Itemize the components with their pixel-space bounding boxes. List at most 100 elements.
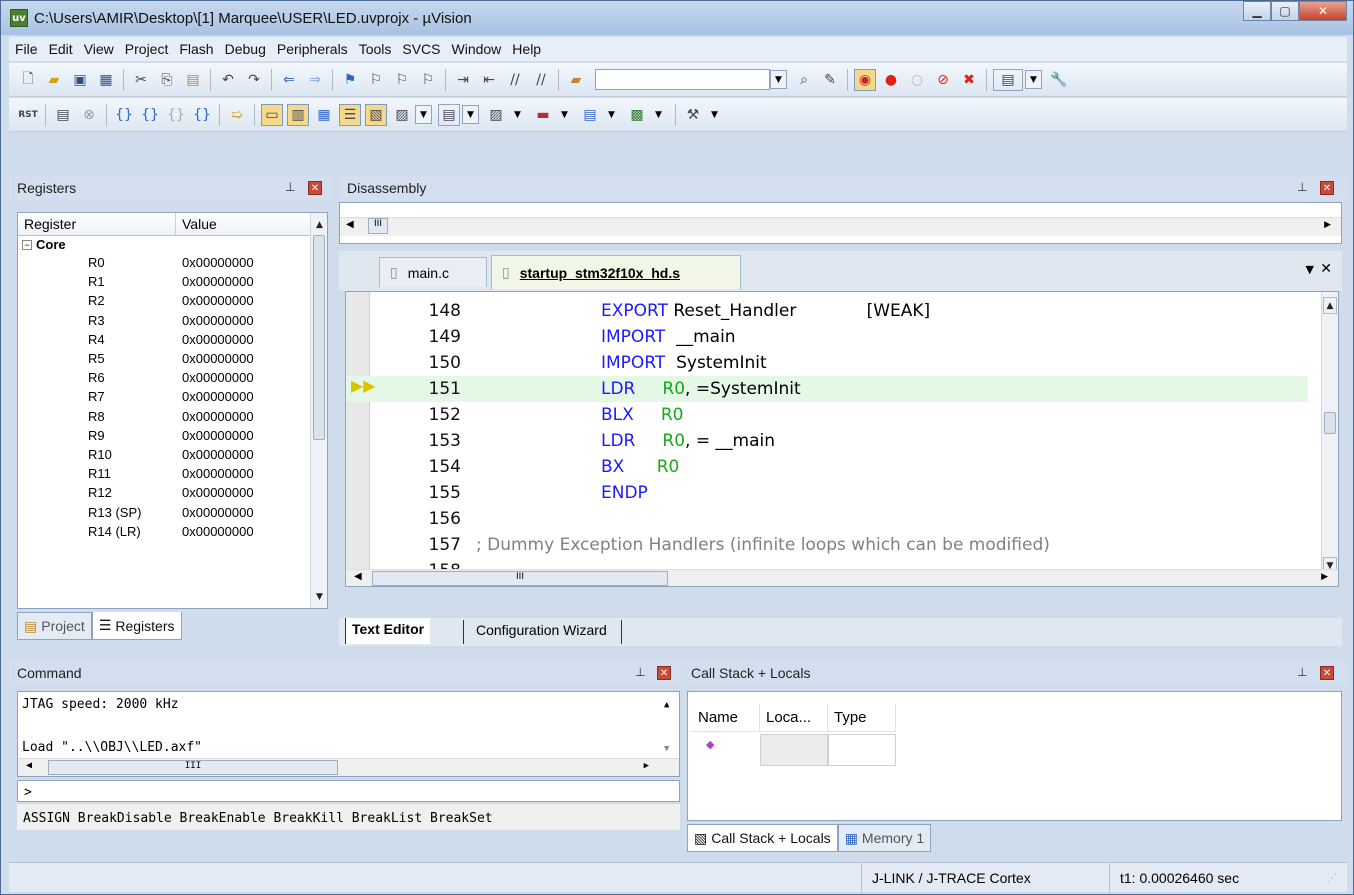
scroll-up-arrow-icon[interactable]: ▲ (1323, 297, 1337, 314)
symbols-window-icon[interactable]: ▦ (313, 104, 335, 126)
comment-icon[interactable]: // (504, 69, 526, 91)
scroll-thumb[interactable] (313, 235, 325, 440)
scroll-right-arrow-icon[interactable]: ▶ (644, 761, 649, 771)
toolbox-dropdown[interactable]: ▼ (706, 105, 723, 124)
register-row[interactable]: R1 0x00000000 (18, 272, 327, 291)
pin-icon[interactable]: ⊥ (1297, 180, 1307, 194)
register-value[interactable]: 0x00000000 (182, 332, 254, 347)
navigate-back-icon[interactable]: ⇐ (278, 69, 300, 91)
register-value[interactable]: 0x00000000 (182, 274, 254, 289)
register-row[interactable]: R6 0x00000000 (18, 368, 327, 387)
toolbox-icon[interactable]: ⚒ (682, 104, 704, 126)
copy-icon[interactable]: ⎘ (156, 69, 178, 91)
column-header-register[interactable]: Register (18, 213, 176, 235)
register-value[interactable]: 0x00000000 (182, 447, 254, 462)
code-editor[interactable]: 148 EXPORT Reset_Handler [WEAK] 149 IMPORT … (345, 291, 1339, 587)
next-bookmark-icon[interactable]: ⚐ (391, 69, 413, 91)
prev-bookmark-icon[interactable]: ⚐ (365, 69, 387, 91)
new-file-icon[interactable]: 🗋 (17, 69, 39, 91)
register-row[interactable]: R0 0x00000000 (18, 253, 327, 272)
scroll-thumb[interactable] (1324, 412, 1336, 434)
close-icon[interactable]: ✕ (1320, 666, 1334, 680)
register-value[interactable]: 0x00000000 (182, 293, 254, 308)
step-over-icon[interactable]: {} (139, 104, 161, 126)
column-header-value[interactable]: Value (176, 213, 307, 235)
scroll-thumb[interactable]: III (368, 218, 388, 234)
save-icon[interactable]: ▣ (69, 69, 91, 91)
maximize-button[interactable]: ▢ (1271, 1, 1299, 21)
collapse-icon[interactable]: − (22, 239, 32, 250)
register-row[interactable]: R12 0x00000000 (18, 483, 327, 502)
find-in-files-icon[interactable]: ▰ (565, 69, 587, 91)
kill-all-breakpoints-icon[interactable]: ✖ (958, 69, 980, 91)
pin-icon[interactable]: ⊥ (635, 665, 645, 679)
tab-text-editor[interactable]: Text Editor (345, 618, 431, 644)
register-row[interactable]: R7 0x00000000 (18, 387, 327, 406)
stack-frame-icon[interactable]: ◆ (706, 738, 714, 751)
open-folder-icon[interactable]: ▰ (43, 69, 65, 91)
menu-help[interactable]: Help (506, 41, 546, 57)
command-vertical-scrollbar[interactable]: ▲ ▼ (659, 692, 679, 758)
minimize-button[interactable]: ▁ (1243, 1, 1271, 21)
register-value[interactable]: 0x00000000 (182, 466, 254, 481)
run-icon[interactable]: ▤ (52, 104, 74, 126)
code-line[interactable]: 157 ; Dummy Exception Handlers (infinite … (346, 532, 1308, 558)
column-header-type[interactable]: Type (828, 704, 896, 731)
scroll-up-arrow-icon[interactable]: ▲ (664, 700, 669, 710)
incremental-find-icon[interactable]: ✎ (819, 69, 841, 91)
menu-project[interactable]: Project (119, 41, 174, 57)
show-next-statement-icon[interactable]: ➯ (226, 104, 248, 126)
serial-window-icon[interactable]: ▨ (485, 104, 507, 126)
serial-window-dropdown[interactable]: ▼ (509, 105, 526, 124)
register-value[interactable]: 0x00000000 (182, 255, 254, 270)
command-window-icon[interactable]: ▭ (261, 103, 283, 126)
register-value[interactable]: 0x00000000 (182, 313, 254, 328)
enable-breakpoint-icon[interactable]: ○ (906, 69, 928, 91)
register-value[interactable]: 0x00000000 (182, 505, 254, 520)
navigate-forward-icon[interactable]: ⇒ (304, 69, 326, 91)
register-row[interactable]: R10 0x00000000 (18, 445, 327, 464)
indent-icon[interactable]: ⇥ (452, 69, 474, 91)
tab-main-c[interactable]: ▯ main.c (379, 257, 487, 287)
command-input[interactable]: > (17, 780, 680, 802)
menu-tools[interactable]: Tools (353, 41, 397, 57)
analysis-window-dropdown[interactable]: ▼ (556, 105, 573, 124)
register-value[interactable]: 0x00000000 (182, 409, 254, 424)
register-row[interactable]: R11 0x00000000 (18, 464, 327, 483)
watch-window-dropdown[interactable]: ▼ (415, 105, 432, 124)
scroll-right-arrow-icon[interactable]: ▶ (1324, 220, 1331, 230)
register-value[interactable]: 0x00000000 (182, 428, 254, 443)
run-to-cursor-icon[interactable]: {} (191, 104, 213, 126)
code-line[interactable]: 148 EXPORT Reset_Handler [WEAK] (346, 298, 1308, 324)
scroll-down-arrow-icon[interactable]: ▼ (311, 588, 327, 605)
tree-group-core[interactable]: − Core (18, 236, 327, 253)
call-stack-window-icon[interactable]: ▧ (365, 103, 387, 126)
registers-vertical-scrollbar[interactable]: ▲ ▼ (310, 213, 327, 608)
menu-svcs[interactable]: SVCS (396, 41, 445, 57)
tab-memory-1[interactable]: ▦ Memory 1 (837, 824, 932, 852)
editor-vertical-scrollbar[interactable]: ▲ ▼ (1321, 292, 1338, 574)
redo-icon[interactable]: ↷ (243, 69, 265, 91)
tab-list-dropdown-icon[interactable]: ▼ (1306, 263, 1314, 276)
close-tab-icon[interactable]: ✕ (1320, 261, 1332, 277)
step-out-icon[interactable]: {} (165, 104, 187, 126)
code-line[interactable]: 153 LDR R0, = __main (346, 428, 1308, 454)
column-header-name[interactable]: Name (692, 704, 760, 731)
menu-file[interactable]: File (9, 41, 43, 57)
code-line[interactable]: 150 IMPORT SystemInit (346, 350, 1308, 376)
trace-window-icon[interactable]: ▤ (579, 104, 601, 126)
register-row[interactable]: R2 0x00000000 (18, 291, 327, 310)
disassembly-view[interactable]: ◀ III ▶ (339, 202, 1342, 244)
system-viewer-dropdown[interactable]: ▼ (650, 105, 667, 124)
pin-icon[interactable]: ⊥ (285, 180, 295, 194)
close-button[interactable]: ✕ (1299, 1, 1347, 21)
code-line[interactable]: 149 IMPORT __main (346, 324, 1308, 350)
disassembly-window-icon[interactable]: ▥ (287, 103, 309, 126)
scroll-thumb[interactable]: III (372, 571, 668, 586)
code-line[interactable]: 151 LDR R0, =SystemInit (346, 376, 1308, 402)
bookmark-icon[interactable]: ⚑ (339, 69, 361, 91)
scroll-down-arrow-icon[interactable]: ▼ (664, 744, 669, 754)
watch-window-icon[interactable]: ▨ (391, 104, 413, 126)
resize-grip-icon[interactable]: ⋰ (1327, 873, 1337, 884)
reset-cpu-icon[interactable]: RST (17, 104, 39, 126)
